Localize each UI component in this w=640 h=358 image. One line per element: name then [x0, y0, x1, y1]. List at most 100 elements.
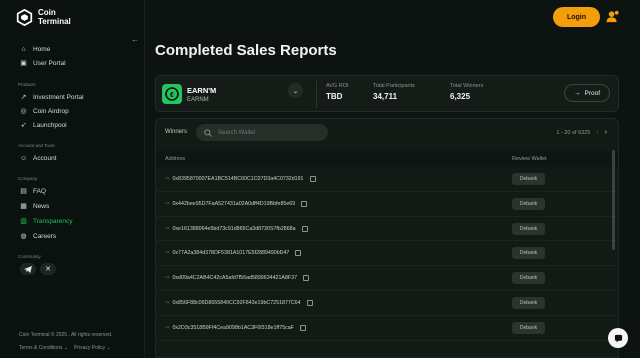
sidebar-item-launchpool[interactable]: ➶ Launchpool: [20, 120, 67, 130]
wallet-address-text: 0x856F88c06D8655840CC92F843e19bC7251877C…: [172, 300, 301, 306]
token-symbol: EARNM: [187, 96, 209, 103]
copy-icon[interactable]: [309, 176, 316, 182]
debank-button[interactable]: Debank: [512, 247, 545, 260]
summary-divider: [316, 81, 317, 108]
logo-line-1: Coin: [38, 8, 56, 17]
collapse-sidebar-button[interactable]: ←: [131, 35, 139, 44]
column-review-wallet: Review Wallet: [512, 156, 547, 162]
copy-icon[interactable]: [299, 324, 306, 331]
token-name: EARN'M: [187, 85, 217, 95]
token-selector[interactable]: € EARN'M EARNM: [162, 81, 309, 107]
table-row: ⇨ 0x442bee95D7FaA527431a02A0dff4D19Bbfe85…: [156, 192, 618, 217]
arrow-right-icon: →: [573, 89, 581, 97]
chat-icon: [614, 334, 622, 343]
user-icon: ☺: [20, 154, 28, 162]
arrow-icon: ⇨: [165, 176, 170, 182]
table-scrollbar[interactable]: [612, 150, 615, 250]
copy-icon[interactable]: [306, 300, 313, 306]
debank-button[interactable]: Debank: [512, 321, 545, 334]
privacy-link[interactable]: Privacy Policy ⌄: [74, 345, 111, 351]
arrow-icon: ⇨: [165, 225, 170, 232]
avg-roi-value: TBD: [326, 92, 343, 101]
home-icon: ⌂: [21, 45, 26, 53]
arrow-icon: ⇨: [165, 200, 170, 207]
copy-icon[interactable]: [301, 200, 308, 207]
chat-button[interactable]: [608, 328, 628, 348]
sidebar-item-user-portal[interactable]: ▣ User Portal: [20, 58, 66, 68]
sidebar-item-investment-portal[interactable]: ↗ Investment Portal: [20, 92, 84, 102]
sidebar-item-faq[interactable]: ▤ FAQ: [20, 186, 46, 196]
debank-button[interactable]: Debank: [512, 222, 545, 235]
terms-link[interactable]: Terms & Conditions ⌄: [19, 345, 68, 351]
participants-stat: Total Participants 34,711: [373, 83, 415, 101]
search-placeholder: Search Wallet: [218, 129, 256, 136]
sidebar-item-label: Account: [33, 154, 57, 162]
debank-button[interactable]: Debank: [512, 272, 545, 285]
x-button[interactable]: ✕: [40, 263, 56, 275]
table-row: ⇨ 0xd09a4C2AB4C42cA5afd7f56ad5899634421A8…: [156, 266, 618, 291]
avg-roi-label: AVG ROI: [326, 83, 349, 89]
sidebar: Coin Terminal ← ⌂ Home ▣ User Portal Pro…: [0, 0, 145, 358]
debank-button[interactable]: Debank: [512, 197, 545, 210]
privacy-link-label: Privacy Policy: [73, 345, 106, 351]
debank-button[interactable]: Debank: [512, 173, 545, 185]
sidebar-item-news[interactable]: ▦ News: [20, 201, 49, 211]
proof-button[interactable]: → Proof: [564, 84, 610, 102]
rocket-icon: ➶: [20, 121, 27, 129]
profile-icon[interactable]: [606, 10, 619, 23]
wallet-address-text: 0x442bee95D7FaA527431a02A0dff4D19Bbfe85e…: [172, 200, 296, 207]
sidebar-item-label: User Portal: [33, 59, 66, 67]
table-row: ⇨ 0x856F88c06D8655840CC92F843e19bC7251877…: [156, 291, 618, 316]
page-title: Completed Sales Reports: [155, 42, 337, 59]
logo-icon: [16, 8, 33, 26]
sale-summary-card: € EARN'M EARNM ⌄ AVG ROI TBD Total Parti…: [155, 75, 619, 112]
svg-text:€: €: [170, 92, 174, 99]
next-page-button[interactable]: ›: [605, 129, 607, 136]
logo-line-2: Terminal: [38, 17, 71, 26]
table-row: ⇨ 0x8395870007EA1BC514BC60C1C07D3a4C0732d…: [156, 167, 618, 192]
sidebar-item-label: News: [33, 202, 50, 210]
copy-icon[interactable]: [303, 275, 310, 282]
telegram-button[interactable]: [20, 263, 36, 275]
wallet-search-input[interactable]: Search Wallet: [196, 124, 328, 141]
section-account-title: Account and Tools: [18, 143, 55, 148]
pagination-range: 1 - 20 of 6325: [556, 129, 591, 136]
login-button[interactable]: Login: [553, 7, 600, 27]
participants-label: Total Participants: [373, 83, 415, 89]
sidebar-item-home[interactable]: ⌂ Home: [20, 44, 50, 54]
winners-toolbar: Winners Search Wallet 1 - 20 of 6325 ‹ ›: [156, 119, 618, 147]
wallet-address: ⇨ 0xe161388064e5bd73c91d865Ca3d8730S7fb28…: [165, 225, 308, 232]
search-icon: [204, 128, 212, 137]
wallet-address: ⇨ 0x2D3c3518B9Ff4Cea9098b1AC3F6f318e1ff75…: [165, 324, 306, 331]
logo-text: Coin Terminal: [38, 8, 71, 26]
sidebar-item-careers[interactable]: ◍ Careers: [20, 231, 56, 241]
column-address: Address: [165, 156, 186, 162]
prev-page-button[interactable]: ‹: [596, 129, 598, 136]
section-products-title: Products: [18, 82, 36, 87]
winners-total-label: Total Winners: [450, 83, 484, 89]
wallet-address-text: 0xd09a4C2AB4C42cA5afd7f56ad5899634421A8F…: [172, 275, 298, 282]
sidebar-item-coin-airdrop[interactable]: ◎ Coin Airdrop: [20, 106, 69, 116]
logo[interactable]: Coin Terminal: [16, 8, 71, 26]
wallet-address-text: 0x2D3c3518B9Ff4Cea9098b1AC3F6f318e1ff75c…: [172, 324, 294, 331]
sidebar-item-label: Coin Airdrop: [33, 107, 69, 115]
footer-copyright: Coin Terminal © 2025 . All rights reserv…: [19, 332, 113, 338]
social-links: ✕: [20, 263, 56, 275]
sidebar-item-label: Home: [33, 45, 51, 53]
winners-label: Winners: [165, 129, 188, 135]
sidebar-item-account[interactable]: ☺ Account: [20, 153, 57, 163]
wallet-address: ⇨ 0x77A2a384d378DF5381A1017E5f2889490bD47: [165, 250, 302, 257]
avg-roi-stat: AVG ROI TBD: [326, 83, 349, 101]
debank-button[interactable]: Debank: [512, 297, 545, 309]
copy-icon[interactable]: [301, 225, 308, 232]
copy-icon[interactable]: [295, 250, 302, 257]
token-dropdown-button[interactable]: ⌄: [288, 83, 303, 98]
chevron-down-icon: ⌄: [63, 345, 68, 351]
arrow-icon: ⇨: [165, 275, 170, 282]
wallet-address: ⇨ 0xd09a4C2AB4C42cA5afd7f56ad5899634421A8…: [165, 275, 310, 282]
participants-value: 34,711: [373, 92, 398, 101]
faq-icon: ▤: [20, 187, 27, 195]
wallet-address: ⇨ 0x856F88c06D8655840CC92F843e19bC7251877…: [165, 300, 313, 306]
sidebar-item-transparency[interactable]: ▥ Transparency: [20, 216, 72, 226]
terms-link-label: Terms & Conditions: [19, 345, 63, 351]
